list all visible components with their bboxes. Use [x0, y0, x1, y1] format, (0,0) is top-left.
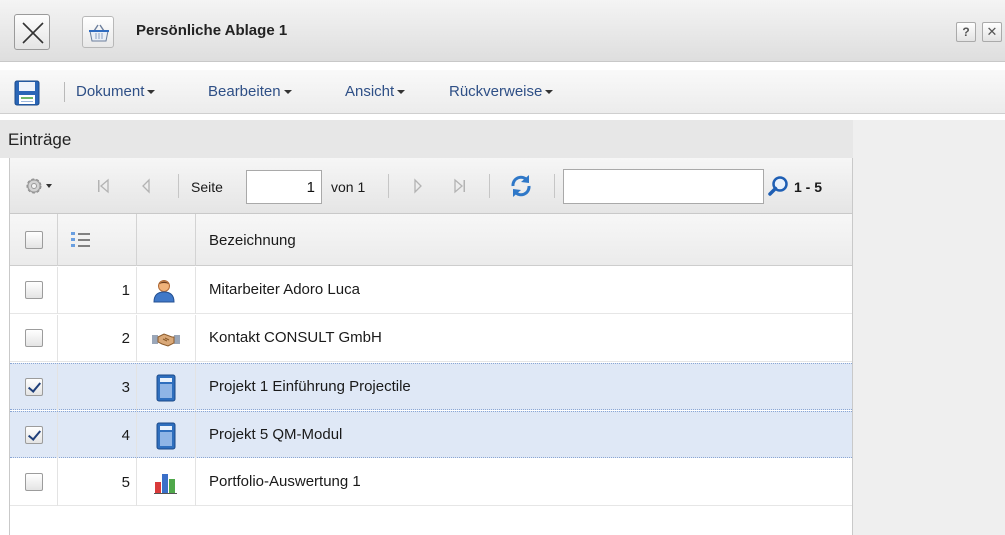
row-number: 2: [121, 330, 130, 347]
basket-icon: [82, 16, 114, 48]
previous-page-icon[interactable]: [140, 176, 152, 196]
close-button[interactable]: [14, 14, 50, 50]
row-checkbox[interactable]: [25, 473, 43, 491]
row-number: 1: [121, 282, 130, 299]
entries-grid: Seite von 1 1 - 5: [9, 158, 853, 535]
numbered-list-icon[interactable]: [70, 230, 92, 250]
row-label: Projekt 1 Einführung Projectile: [209, 378, 411, 395]
first-page-icon[interactable]: [96, 176, 110, 196]
toolbar-separator: [178, 174, 179, 198]
chevron-down-icon: [283, 90, 292, 95]
row-label: Projekt 5 QM-Modul: [209, 426, 343, 443]
column-divider: [57, 214, 58, 266]
column-divider: [136, 412, 137, 459]
row-label: Mitarbeiter Adoro Luca: [209, 281, 360, 298]
chevron-down-icon: [397, 90, 406, 95]
table-row[interactable]: 1 Mitarbeiter Adoro Luca: [10, 267, 852, 314]
column-header-bezeichnung[interactable]: Bezeichnung: [209, 232, 296, 249]
page-label: Seite: [191, 179, 223, 195]
row-checkbox[interactable]: [25, 378, 43, 396]
title-bar: Persönliche Ablage 1 ? ✕: [0, 0, 1005, 62]
row-label: Portfolio-Auswertung 1: [209, 473, 361, 490]
page-count-label: von 1: [331, 179, 366, 195]
window-title: Persönliche Ablage 1: [136, 22, 288, 39]
row-checkbox[interactable]: [25, 426, 43, 444]
help-button[interactable]: ?: [956, 22, 976, 42]
toolbar-separator: [554, 174, 555, 198]
row-checkbox[interactable]: [25, 281, 43, 299]
paging-toolbar: Seite von 1 1 - 5: [10, 158, 852, 214]
page-number-input[interactable]: [246, 170, 322, 204]
toolbar-separator: [388, 174, 389, 198]
column-divider: [136, 267, 137, 314]
menu-rueckverweise-label: Rückverweise: [449, 83, 543, 100]
menu-dokument-label: Dokument: [76, 83, 145, 100]
menu-bearbeiten-label: Bearbeiten: [208, 83, 281, 100]
column-divider: [136, 315, 137, 362]
floppy-disk-icon[interactable]: [14, 80, 40, 106]
table-row[interactable]: 3 Projekt 1 Einführung Projectile: [10, 363, 852, 411]
search-input[interactable]: [563, 169, 764, 204]
toolbar-separator: [489, 174, 490, 198]
empty-side-area: [853, 120, 1005, 535]
column-divider: [195, 412, 196, 459]
project-book-icon: [156, 422, 176, 450]
employee-icon: [153, 280, 175, 303]
menu-ansicht-label: Ansicht: [345, 83, 395, 100]
menu-rueckverweise[interactable]: Rückverweise: [449, 83, 554, 100]
column-divider: [195, 315, 196, 362]
refresh-icon[interactable]: [507, 172, 535, 200]
row-number: 4: [121, 427, 130, 444]
bar-chart-icon: [154, 474, 177, 494]
row-checkbox[interactable]: [25, 329, 43, 347]
last-page-icon[interactable]: [453, 176, 467, 196]
table-row[interactable]: 5 Portfolio-Auswertung 1: [10, 459, 852, 506]
panel-header: Einträge: [0, 120, 853, 158]
table-header: Bezeichnung: [10, 214, 852, 266]
column-divider: [195, 214, 196, 266]
table-row[interactable]: 2 Kontakt CONSULT GmbH: [10, 315, 852, 362]
menu-bar: Dokument Bearbeiten Ansicht Rückverweise: [0, 70, 1005, 114]
menu-bearbeiten[interactable]: Bearbeiten: [208, 83, 292, 100]
chevron-down-icon: [545, 90, 554, 95]
row-number: 3: [121, 379, 130, 396]
window-close-button[interactable]: ✕: [982, 22, 1002, 42]
column-divider: [136, 364, 137, 411]
select-all-checkbox[interactable]: [25, 231, 43, 249]
column-divider: [57, 412, 58, 459]
column-divider: [195, 364, 196, 411]
menu-dokument[interactable]: Dokument: [76, 83, 156, 100]
handshake-icon: [152, 333, 180, 347]
close-icon: [22, 22, 44, 44]
column-divider: [57, 315, 58, 362]
column-divider: [136, 459, 137, 506]
row-number: 5: [121, 474, 130, 491]
paging-range: 1 - 5: [794, 179, 823, 195]
column-divider: [136, 214, 137, 266]
table-row[interactable]: 4 Projekt 5 QM-Modul: [10, 411, 852, 459]
next-page-icon[interactable]: [412, 176, 424, 196]
column-divider: [57, 364, 58, 411]
search-icon[interactable]: [767, 174, 791, 198]
panel-title: Einträge: [8, 130, 72, 149]
project-book-icon: [156, 374, 176, 402]
column-divider: [195, 267, 196, 314]
menu-separator: [64, 82, 65, 102]
column-divider: [57, 267, 58, 314]
chevron-down-icon: [147, 90, 156, 95]
gear-icon[interactable]: [22, 174, 56, 198]
column-divider: [57, 459, 58, 506]
row-label: Kontakt CONSULT GmbH: [209, 329, 382, 346]
column-divider: [195, 459, 196, 506]
menu-ansicht[interactable]: Ansicht: [345, 83, 406, 100]
